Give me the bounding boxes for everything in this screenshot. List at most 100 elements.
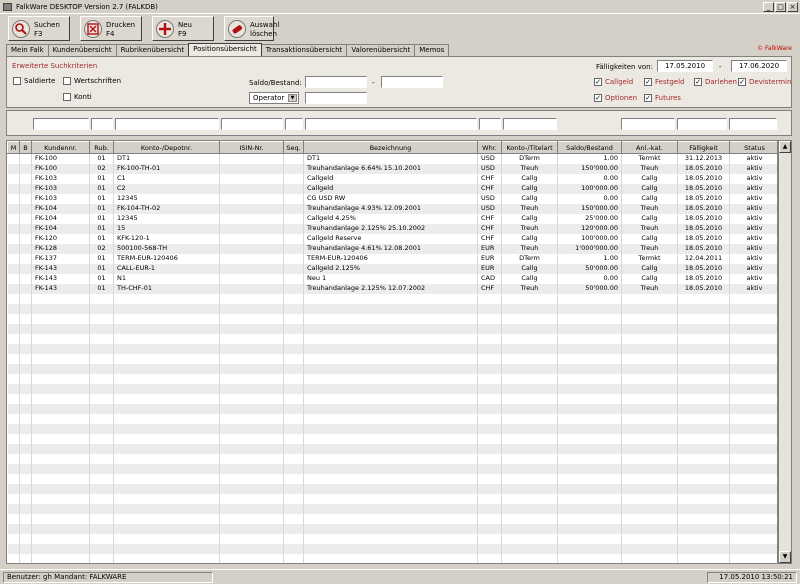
col-status-header[interactable]: Status	[729, 141, 777, 154]
filter-faelligkeit-input[interactable]	[677, 118, 727, 130]
tab-positionsuebersicht[interactable]: Positionsübersicht	[188, 43, 262, 56]
check-icon[interactable]: ✓	[594, 94, 602, 102]
checkbox-box[interactable]	[13, 77, 21, 85]
empty-cell	[303, 543, 478, 554]
check-icon[interactable]: ✓	[644, 94, 652, 102]
col-saldo-header[interactable]: Saldo/Bestand	[557, 141, 622, 154]
tab-transaktionsuebersicht[interactable]: Transaktionsübersicht	[260, 44, 348, 56]
tab-rubrikenuebersicht[interactable]: Rubrikenübersicht	[115, 44, 190, 56]
table-row[interactable]: FK-120 01 KFK-120-1 Callgeld Reserve CHF Call…	[7, 233, 777, 244]
table-row[interactable]: FK-137 01 TERM-EUR-120406 TERM-EUR-120406 EU…	[7, 253, 777, 264]
maximize-button[interactable]: □	[775, 2, 786, 12]
table-row[interactable]: FK-103 01 C2 Callgeld CHF Callg 100'000.00 Call…	[7, 183, 777, 194]
checkbox-box[interactable]	[63, 77, 71, 85]
col-seq-header[interactable]: Seq.	[283, 141, 304, 154]
col-rub-header[interactable]: Rub.	[89, 141, 114, 154]
checkbox-box[interactable]	[63, 93, 71, 101]
col-konto-cell: C2	[113, 183, 220, 194]
saldo-from-input[interactable]	[305, 76, 367, 88]
filter-anlkat-input[interactable]	[621, 118, 675, 130]
col-bezeichnung-header[interactable]: Bezeichnung	[303, 141, 478, 154]
filter-status-input[interactable]	[729, 118, 777, 130]
filter-kundennr-input[interactable]	[33, 118, 89, 130]
operator-value-input[interactable]	[305, 92, 367, 104]
futures-checkbox[interactable]: ✓ Futures	[644, 94, 681, 102]
col-isin-header[interactable]: ISIN-Nr.	[219, 141, 284, 154]
empty-cell	[677, 503, 730, 514]
saldierte-checkbox[interactable]: Saldierte	[13, 77, 55, 85]
table-row[interactable]: FK-100 02 FK-100-TH-01 Treuhandanlage 6.64%…	[7, 163, 777, 174]
check-icon[interactable]: ✓	[694, 78, 702, 86]
tab-memos[interactable]: Memos	[414, 44, 450, 56]
filter-titelart-input[interactable]	[503, 118, 557, 130]
tab-valorenuebersicht[interactable]: Valorenübersicht	[346, 44, 416, 56]
empty-cell	[677, 483, 730, 494]
close-button[interactable]: ×	[787, 2, 798, 12]
vertical-scrollbar[interactable]: ▲ ▼	[778, 140, 792, 564]
empty-cell	[219, 533, 284, 544]
clear-label-1: Auswahl	[250, 21, 280, 29]
col-kundennr-header[interactable]: Kundennr.	[31, 141, 90, 154]
empty-cell	[303, 493, 478, 504]
col-titelart-header[interactable]: Konto-/Titelart	[501, 141, 558, 154]
col-rub-cell: 01	[89, 223, 114, 234]
filter-seq-input[interactable]	[285, 118, 303, 130]
table-row[interactable]: FK-100 01 DT1 DT1 USD DTerm 1.00 Termkt 31.12.20…	[7, 153, 777, 164]
date-to-input[interactable]: 17.06.2020	[731, 60, 787, 72]
empty-cell	[677, 393, 730, 404]
empty-cell	[557, 433, 622, 444]
col-anlkat-header[interactable]: Anl.-kat.	[621, 141, 678, 154]
col-faelligkeit-header[interactable]: Fälligkeit	[677, 141, 730, 154]
table-row[interactable]: FK-104 01 FK-104-TH-02 Treuhandanlage 4.93%…	[7, 203, 777, 214]
table-row[interactable]: FK-143 01 N1 Neu 1 CAD Callg 0.00 Callg 18.05.20…	[7, 273, 777, 284]
table-row[interactable]: FK-104 01 15 Treuhandanlage 2.125% 25.10.20…	[7, 223, 777, 234]
col-m-header[interactable]: M	[7, 141, 20, 154]
saldo-to-input[interactable]	[381, 76, 443, 88]
optionen-checkbox[interactable]: ✓ Optionen	[594, 94, 637, 102]
date-from-input[interactable]: 17.05.2010	[657, 60, 713, 72]
table-row[interactable]: FK-143 01 CALL-EUR-1 Callgeld 2.125% EUR Call…	[7, 263, 777, 274]
scroll-down-icon[interactable]: ▼	[779, 551, 791, 563]
col-status-cell: aktiv	[729, 203, 777, 214]
table-row[interactable]: FK-128 02 500100-568-TH Treuhandanlage 4.61…	[7, 243, 777, 254]
scroll-up-icon[interactable]: ▲	[779, 141, 791, 153]
konti-checkbox[interactable]: Konti	[63, 93, 92, 101]
tab-bar: Mein Falk Kundenübersicht Rubrikenübersi…	[6, 43, 450, 56]
festgeld-checkbox[interactable]: ✓ Festgeld	[644, 78, 684, 86]
minimize-button[interactable]: _	[763, 2, 774, 12]
new-button[interactable]: Neu F9	[152, 16, 214, 41]
chevron-down-icon[interactable]: ▼	[288, 94, 297, 102]
tab-kundenuebersicht[interactable]: Kundenübersicht	[47, 44, 117, 56]
empty-cell	[7, 423, 20, 434]
table-row[interactable]: FK-103 01 C1 Callgeld CHF Callg 0.00 Callg 18.05…	[7, 173, 777, 184]
print-button[interactable]: Drucken F4	[80, 16, 142, 41]
darlehen-checkbox[interactable]: ✓ Darlehen	[694, 78, 737, 86]
empty-cell	[219, 513, 284, 524]
callgeld-checkbox[interactable]: ✓ Callgeld	[594, 78, 633, 86]
col-b-header[interactable]: B	[19, 141, 32, 154]
search-button[interactable]: Suchen F3	[8, 16, 70, 41]
check-icon[interactable]: ✓	[738, 78, 746, 86]
empty-cell	[477, 373, 502, 384]
check-icon[interactable]: ✓	[644, 78, 652, 86]
empty-cell	[729, 343, 777, 354]
filter-rub-input[interactable]	[91, 118, 113, 130]
filter-konto-input[interactable]	[115, 118, 219, 130]
filter-bezeichnung-input[interactable]	[305, 118, 477, 130]
check-icon[interactable]: ✓	[594, 78, 602, 86]
table-row[interactable]: FK-103 01 12345 CG USD RW USD Callg 0.00 Callg 1…	[7, 193, 777, 204]
empty-cell	[31, 303, 90, 314]
table-row[interactable]: FK-143 01 TH-CHF-01 Treuhandanlage 2.125% 1…	[7, 283, 777, 294]
table-row[interactable]: FK-104 01 12345 Callgeld 4.25% CHF Callg 25'00…	[7, 213, 777, 224]
filter-whr-input[interactable]	[479, 118, 501, 130]
empty-cell	[729, 293, 777, 304]
operator-select[interactable]: Operator ▼	[249, 92, 299, 104]
col-whr-header[interactable]: Whr.	[477, 141, 502, 154]
filter-isin-input[interactable]	[221, 118, 283, 130]
wertschriften-checkbox[interactable]: Wertschriften	[63, 77, 121, 85]
empty-cell	[19, 503, 32, 514]
clear-selection-button[interactable]: Auswahl löschen	[224, 16, 279, 41]
tab-mein-falk[interactable]: Mein Falk	[6, 44, 49, 56]
col-konto-header[interactable]: Konto-/Depotnr.	[113, 141, 220, 154]
devistermin-checkbox[interactable]: ✓ Devistermin	[738, 78, 791, 86]
